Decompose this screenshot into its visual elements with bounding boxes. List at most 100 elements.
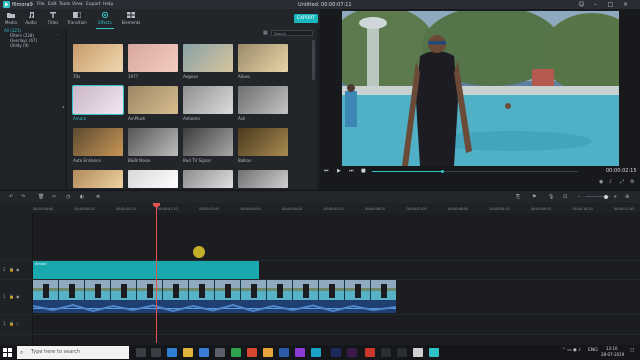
word-icon[interactable] <box>279 348 289 357</box>
system-tray-icons[interactable]: ⌃ ▭ ◉ ♪ <box>562 348 581 353</box>
tab-effects[interactable]: Effects <box>94 11 116 29</box>
effect-thumbnail[interactable] <box>238 170 288 188</box>
file-explorer-icon[interactable] <box>183 348 193 357</box>
menu-view[interactable]: View <box>72 2 83 7</box>
effect-thumbnail[interactable] <box>73 128 123 156</box>
cortana-icon[interactable] <box>136 348 146 357</box>
effect-thumbnail[interactable] <box>238 44 288 72</box>
snapshot-icon[interactable]: ◉ <box>599 179 603 185</box>
volume-icon[interactable]: ♪ <box>609 179 612 185</box>
cut-icon[interactable]: ✂ <box>52 194 56 200</box>
effect-thumbnail[interactable] <box>238 128 288 156</box>
clock-date[interactable]: 28-07-2019 <box>601 352 624 357</box>
effect-thumbnail[interactable] <box>183 128 233 156</box>
skip-forward-icon[interactable]: ⏭ <box>349 168 354 174</box>
video-clip[interactable] <box>33 280 396 300</box>
windows-start-icon[interactable] <box>3 348 12 357</box>
app-blue-icon[interactable] <box>311 348 321 357</box>
effect-thumbnail[interactable] <box>128 128 178 156</box>
store-icon[interactable] <box>199 348 209 357</box>
effect-thumbnail[interactable] <box>183 44 233 72</box>
app-dark-icon-2[interactable] <box>397 348 407 357</box>
menu-export[interactable]: Export <box>86 2 101 7</box>
track-visibility-icon[interactable]: ◉ <box>16 294 20 299</box>
effect-thumbnail[interactable] <box>128 44 178 72</box>
effect-thumbnail[interactable] <box>73 44 123 72</box>
tab-titles[interactable]: Titles <box>42 11 64 29</box>
tab-transition[interactable]: Transition <box>66 11 88 29</box>
track-mute-icon[interactable]: ♪ <box>16 321 19 326</box>
settings-icon[interactable]: ⚙ <box>630 179 634 185</box>
premiere-icon[interactable] <box>347 348 357 357</box>
track-visibility-icon[interactable]: ◉ <box>16 267 20 272</box>
effect-thumbnail[interactable] <box>73 170 123 188</box>
tab-media[interactable]: Media <box>0 11 22 29</box>
voiceover-icon[interactable]: 🎙 <box>548 194 554 200</box>
tab-audio[interactable]: Audio <box>20 11 42 29</box>
menu-edit[interactable]: Edit <box>48 2 57 7</box>
marker-icon[interactable]: ⚑ <box>532 194 536 200</box>
fit-timeline-icon[interactable]: ⊕ <box>625 194 629 200</box>
preview-scrubber-handle[interactable] <box>440 169 444 173</box>
menu-help[interactable]: Help <box>103 2 113 7</box>
export-button[interactable]: EXPORT <box>294 14 318 23</box>
account-icon[interactable]: ☺ <box>577 1 586 8</box>
menu-tools[interactable]: Tools <box>59 2 70 7</box>
undo-icon[interactable]: ↶ <box>9 194 13 200</box>
zoom-in-icon[interactable]: + <box>613 194 617 200</box>
effect-thumbnail[interactable] <box>72 85 124 115</box>
more-icon[interactable]: ⋯ <box>54 32 58 37</box>
color-icon[interactable]: ◐ <box>80 194 84 200</box>
photoshop-icon[interactable] <box>331 348 341 357</box>
edge-icon[interactable] <box>167 348 177 357</box>
effect-thumbnail[interactable] <box>128 170 178 188</box>
clock-time[interactable]: 13:10 <box>606 346 618 351</box>
playhead[interactable] <box>156 203 157 343</box>
play-icon[interactable]: ▶ <box>337 168 341 174</box>
track-lock-icon[interactable]: 🔒 <box>9 267 14 272</box>
audio-mixer-icon[interactable]: ≣ <box>96 194 100 200</box>
collapse-arrow-icon[interactable]: ◂ <box>62 104 64 109</box>
task-view-icon[interactable] <box>151 348 161 357</box>
effects-scrollbar[interactable] <box>312 40 315 80</box>
taskbar-search-input[interactable]: Type here to search <box>17 346 129 359</box>
category-utility[interactable]: Utility (9) <box>10 43 29 48</box>
effect-clip[interactable]: Amaro <box>33 261 259 279</box>
snap-icon[interactable]: ⊡ <box>563 194 567 200</box>
track-lock-icon[interactable]: 🔒 <box>9 321 14 326</box>
zoom-out-icon[interactable]: – <box>578 194 581 200</box>
fullscreen-icon[interactable]: ⤢ <box>620 179 624 185</box>
effect-thumbnail[interactable] <box>238 86 288 114</box>
app-red-icon[interactable] <box>247 348 257 357</box>
maximize-icon[interactable]: □ <box>606 1 615 8</box>
menu-file[interactable]: File <box>37 2 45 7</box>
track-lock-icon[interactable]: 🔒 <box>9 294 14 299</box>
close-icon[interactable]: × <box>621 1 630 8</box>
grid-view-icon[interactable]: ▦ <box>263 30 268 36</box>
app-purple-icon[interactable] <box>295 348 305 357</box>
delete-icon[interactable]: 🗑 <box>38 194 44 200</box>
effect-thumbnail[interactable] <box>128 86 178 114</box>
language-indicator[interactable]: ENG <box>588 348 598 353</box>
audio-clip[interactable] <box>32 300 397 313</box>
chrome-icon[interactable] <box>263 348 273 357</box>
skip-back-icon[interactable]: ⏮ <box>324 168 329 174</box>
speed-icon[interactable]: ◷ <box>66 194 70 200</box>
app-dark-icon[interactable] <box>381 348 391 357</box>
app-light-icon[interactable] <box>413 348 423 357</box>
notifications-icon[interactable]: ▢ <box>630 348 634 353</box>
stop-icon[interactable]: ■ <box>361 168 366 174</box>
effects-search-input[interactable]: Search <box>271 30 313 36</box>
filmora-taskbar-icon[interactable] <box>429 348 439 357</box>
app-green-icon[interactable] <box>231 348 241 357</box>
acrobat-icon[interactable] <box>365 348 375 357</box>
render-icon[interactable]: ⎘ <box>516 194 520 200</box>
redo-icon[interactable]: ↷ <box>21 194 25 200</box>
effect-thumbnail[interactable] <box>183 170 233 188</box>
minimize-icon[interactable]: – <box>591 1 600 8</box>
zoom-slider-handle[interactable] <box>604 194 609 199</box>
tab-elements[interactable]: Elements <box>120 11 142 29</box>
playhead-handle-icon[interactable] <box>153 203 160 208</box>
mail-icon[interactable] <box>215 348 225 357</box>
effect-thumbnail[interactable] <box>183 86 233 114</box>
